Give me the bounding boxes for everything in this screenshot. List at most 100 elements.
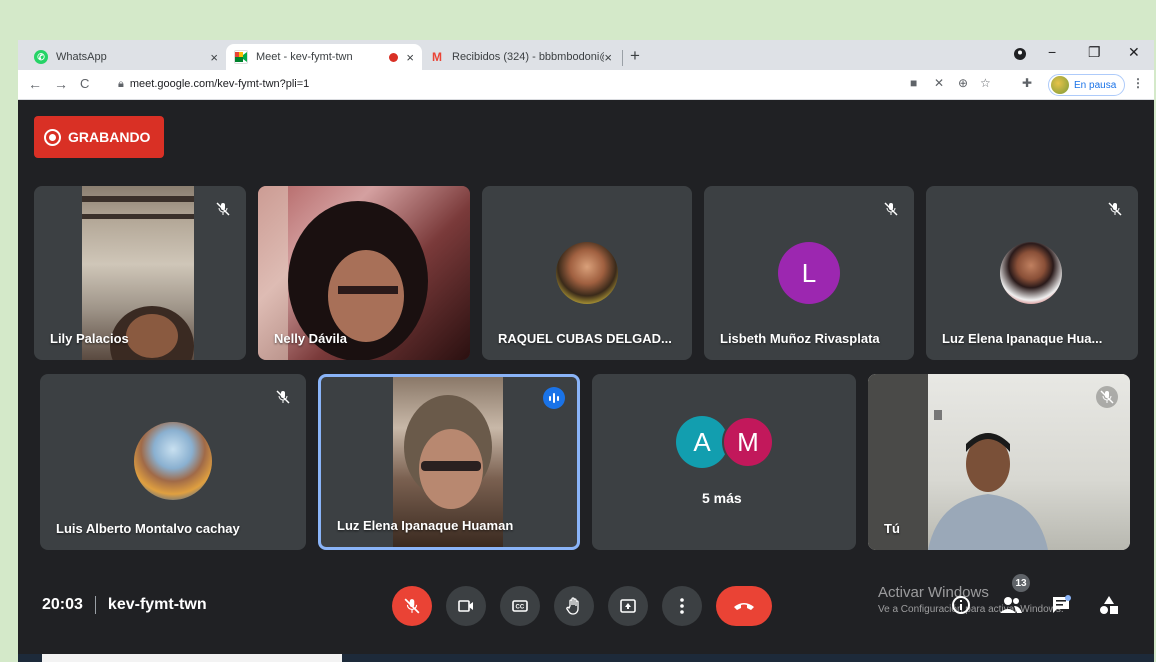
close-tab-icon[interactable]: × <box>604 50 612 65</box>
participant-avatar: A <box>676 416 728 468</box>
taskbar-search-box[interactable] <box>42 654 342 662</box>
more-participants-tile[interactable]: A M 5 más <box>592 374 856 550</box>
record-icon <box>44 128 61 146</box>
meeting-time: 20:03 <box>42 596 83 613</box>
close-tab-icon[interactable]: × <box>406 50 414 65</box>
participant-avatar: L <box>778 242 840 304</box>
participant-tile[interactable]: RAQUEL CUBAS DELGAD... <box>482 186 692 360</box>
mic-toggle-button[interactable] <box>392 586 432 626</box>
meeting-details[interactable]: 20:03 kev-fymt-twn <box>42 596 207 614</box>
participant-tile-self[interactable]: Tú <box>868 374 1130 550</box>
menu-icon[interactable]: ⋮ <box>1132 76 1144 90</box>
captions-icon: CC <box>512 600 528 612</box>
muted-mic-icon <box>272 386 294 408</box>
svg-text:CC: CC <box>516 605 525 611</box>
new-tab-button[interactable]: + <box>630 46 640 66</box>
close-window-button[interactable]: ✕ <box>1128 44 1140 61</box>
people-count-badge: 13 <box>1012 574 1030 592</box>
profile-paused-button[interactable]: En pausa <box>1048 74 1126 96</box>
more-participants-label: 5 más <box>702 490 742 506</box>
divider <box>94 596 96 614</box>
participant-name: Lily Palacios <box>50 331 129 346</box>
tab-meet[interactable]: Meet - kev-fymt-twn × <box>226 44 422 70</box>
present-screen-button[interactable] <box>608 586 648 626</box>
tab-title: Meet - kev-fymt-twn <box>256 51 353 63</box>
meeting-info-button[interactable] <box>948 592 974 618</box>
tab-whatsapp[interactable]: ✆ WhatsApp × <box>26 44 226 70</box>
tab-title: WhatsApp <box>56 51 107 63</box>
muted-mic-icon <box>212 198 234 220</box>
participant-name: RAQUEL CUBAS DELGAD... <box>498 331 672 346</box>
muted-mic-icon <box>1096 386 1118 408</box>
participant-tile[interactable]: Luis Alberto Montalvo cachay <box>40 374 306 550</box>
recording-label: GRABANDO <box>68 129 151 145</box>
bookmark-star-icon[interactable]: ☆ <box>980 76 991 90</box>
camera-icon <box>458 600 473 612</box>
participant-name: Lisbeth Muñoz Rivasplata <box>720 331 880 346</box>
mic-off-icon <box>404 598 420 614</box>
participant-tile[interactable]: Nelly Dávila <box>258 186 470 360</box>
camera-toggle-button[interactable] <box>446 586 486 626</box>
participant-tile[interactable]: Lily Palacios <box>34 186 246 360</box>
more-vert-icon <box>680 598 684 614</box>
more-options-button[interactable] <box>662 586 702 626</box>
participant-name: Luis Alberto Montalvo cachay <box>56 521 240 536</box>
self-video <box>868 374 1130 550</box>
participant-avatar <box>1000 242 1062 304</box>
chat-icon <box>1053 595 1071 613</box>
url-text: meet.google.com/kev-fymt-twn?pli=1 <box>129 78 310 90</box>
gmail-icon: M <box>432 50 442 64</box>
participant-tile-active-speaker[interactable]: Luz Elena Ipanaque Huaman <box>318 374 580 550</box>
extensions-icon[interactable]: ✚ <box>1022 76 1032 90</box>
hang-up-icon <box>734 603 754 610</box>
activities-icon <box>1100 596 1118 614</box>
participant-name: Luz Elena Ipanaque Huaman <box>337 518 514 533</box>
tab-bar: ✆ WhatsApp × Meet - kev-fymt-twn × M Rec… <box>18 40 1154 70</box>
tab-divider <box>622 50 623 66</box>
tab-gmail[interactable]: M Recibidos (324) - bbbmbodoni@ × <box>422 44 620 70</box>
notifications-blocked-icon[interactable]: ✕ <box>934 76 944 90</box>
meet-stage: GRABANDO Lily Palacios Nelly Dávila RAQU… <box>18 100 1154 654</box>
windows-taskbar <box>18 654 1154 662</box>
profile-icon[interactable] <box>1014 47 1026 63</box>
profile-avatar <box>1051 76 1069 94</box>
participant-name: Luz Elena Ipanaque Hua... <box>942 331 1103 346</box>
url-field[interactable]: 🔒︎ meet.google.com/kev-fymt-twn?pli=1 <box>118 78 309 91</box>
participant-name: Nelly Dávila <box>274 331 347 346</box>
recording-dot-icon <box>389 52 399 62</box>
camera-icon[interactable]: ■ <box>910 76 917 90</box>
lock-icon: 🔒︎ <box>118 78 124 90</box>
address-bar: ← → C 🔒︎ meet.google.com/kev-fymt-twn?pli… <box>18 70 1154 100</box>
info-icon <box>952 596 970 614</box>
meet-icon <box>234 50 248 64</box>
people-icon <box>1000 597 1022 613</box>
paused-label: En pausa <box>1074 79 1117 91</box>
speaking-indicator-icon <box>543 387 565 409</box>
participant-avatar <box>556 242 618 304</box>
close-tab-icon[interactable]: × <box>210 50 218 65</box>
meeting-code: kev-fymt-twn <box>107 596 207 613</box>
raise-hand-icon <box>566 597 579 615</box>
participant-avatar: M <box>722 416 774 468</box>
minimize-button[interactable]: − <box>1048 44 1056 60</box>
back-icon[interactable]: ← <box>28 76 42 92</box>
raise-hand-button[interactable] <box>554 586 594 626</box>
tab-title: Recibidos (324) - bbbmbodoni@ <box>452 51 605 63</box>
muted-mic-icon <box>880 198 902 220</box>
recording-badge: GRABANDO <box>34 116 165 158</box>
forward-icon[interactable]: → <box>54 76 68 92</box>
participant-avatar <box>134 422 212 500</box>
zoom-icon[interactable]: ⊕ <box>958 76 968 90</box>
participant-tile[interactable]: L Lisbeth Muñoz Rivasplata <box>704 186 914 360</box>
maximize-button[interactable]: ❐ <box>1088 44 1101 61</box>
people-button[interactable] <box>998 592 1024 618</box>
captions-button[interactable]: CC <box>500 586 540 626</box>
present-icon <box>620 599 636 613</box>
participant-tile[interactable]: Luz Elena Ipanaque Hua... <box>926 186 1138 360</box>
reload-icon[interactable]: C <box>80 76 89 91</box>
activities-button[interactable] <box>1096 592 1122 618</box>
chat-button[interactable] <box>1048 592 1074 618</box>
muted-mic-icon <box>1104 198 1126 220</box>
whatsapp-icon: ✆ <box>34 50 48 64</box>
leave-call-button[interactable] <box>716 586 772 626</box>
